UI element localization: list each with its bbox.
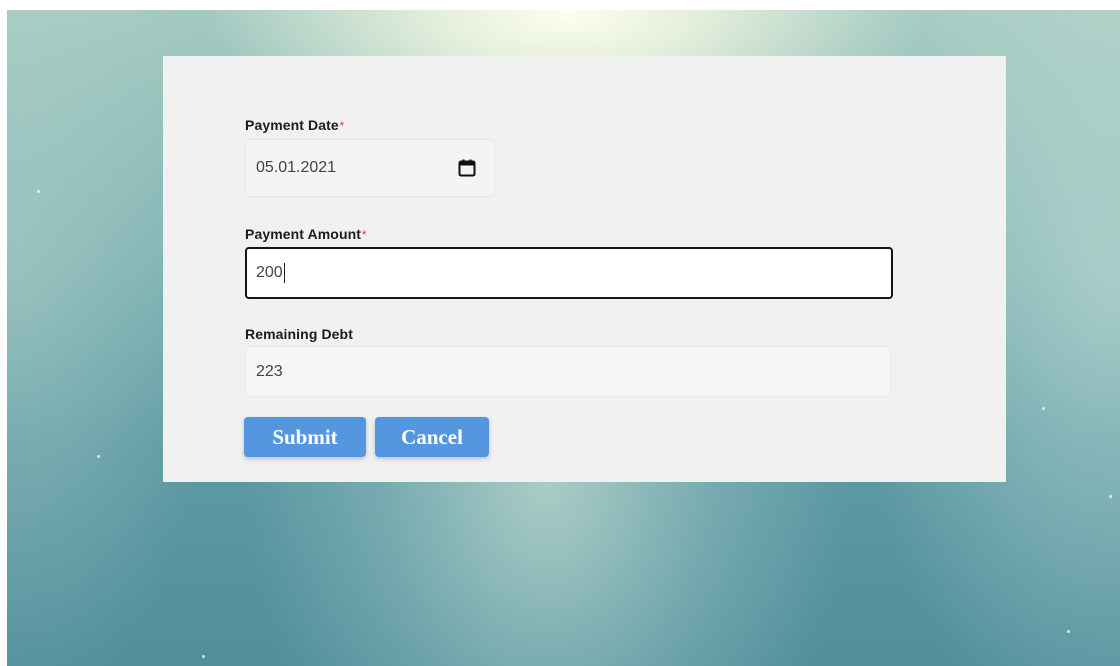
payment-date-label-text: Payment Date bbox=[245, 117, 339, 133]
remaining-debt-value: 223 bbox=[256, 362, 283, 380]
background-sparkle bbox=[1067, 630, 1070, 633]
calendar-icon[interactable] bbox=[458, 159, 476, 177]
background-sparkle bbox=[202, 655, 205, 658]
required-marker: * bbox=[362, 229, 367, 241]
remaining-debt-label-text: Remaining Debt bbox=[245, 326, 353, 342]
remaining-debt-label: Remaining Debt bbox=[245, 326, 353, 342]
cancel-button[interactable]: Cancel bbox=[375, 417, 489, 457]
background-sparkle bbox=[97, 455, 100, 458]
background-sparkle bbox=[1042, 407, 1045, 410]
remaining-debt-field: 223 bbox=[245, 346, 891, 397]
payment-amount-input[interactable]: 200 bbox=[245, 247, 893, 299]
payment-amount-label: Payment Amount* bbox=[245, 226, 366, 242]
background-sparkle bbox=[37, 190, 40, 193]
payment-amount-value: 200 bbox=[256, 264, 283, 281]
payment-date-value: 05.01.2021 bbox=[256, 159, 337, 176]
payment-form-card: Payment Date* 05.01.2021 Payment Amount*… bbox=[163, 56, 1006, 482]
text-cursor bbox=[283, 263, 285, 283]
payment-date-label: Payment Date* bbox=[245, 117, 344, 133]
background-sparkle bbox=[1109, 495, 1112, 498]
payment-date-input[interactable]: 05.01.2021 bbox=[245, 139, 495, 197]
payment-amount-label-text: Payment Amount bbox=[245, 226, 362, 242]
submit-button[interactable]: Submit bbox=[244, 417, 366, 457]
required-marker: * bbox=[339, 120, 345, 132]
